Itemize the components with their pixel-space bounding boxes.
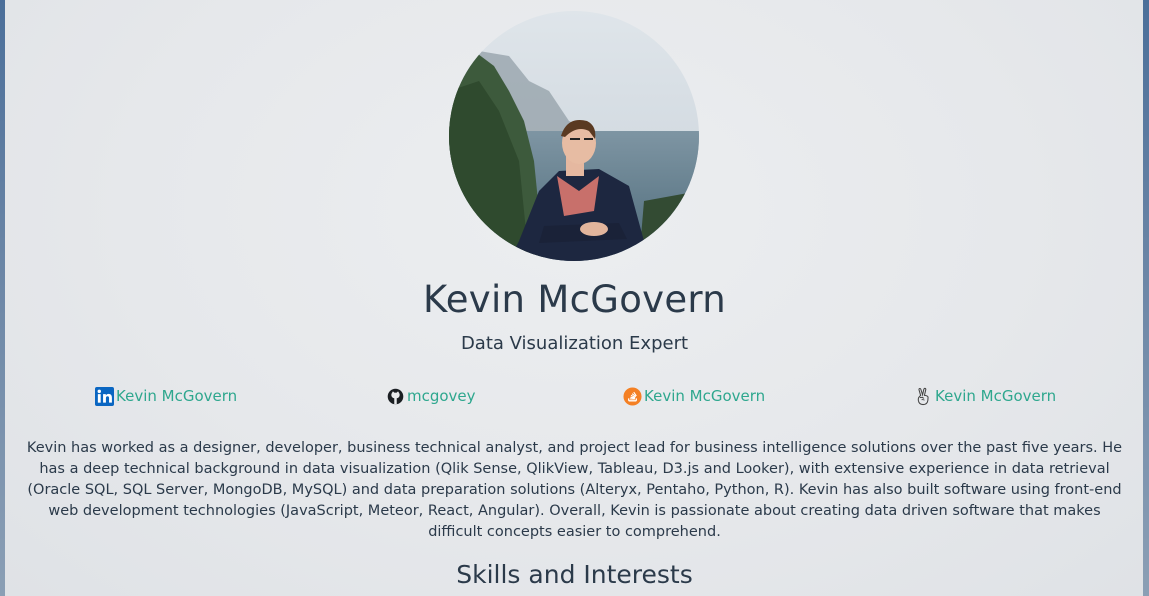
profile-photo [449,11,699,261]
github-link-label: mcgovey [407,387,476,405]
linkedin-link[interactable]: Kevin McGovern [95,386,237,406]
profile-name: Kevin McGovern [422,278,727,321]
profile-photo-image [449,11,699,261]
linkedin-link-label: Kevin McGovern [116,387,238,405]
skills-heading: Skills and Interests [456,560,693,589]
profile-title: Data Visualization Expert [460,333,689,354]
angellist-icon [914,387,933,406]
stackoverflow-link[interactable]: Kevin McGovern [623,386,765,406]
stackoverflow-link-label: Kevin McGovern [644,387,766,405]
angellist-link[interactable]: Kevin McGovern [914,386,1056,406]
linkedin-icon [95,386,114,406]
github-icon [386,387,405,406]
angellist-link-label: Kevin McGovern [935,387,1057,405]
github-link[interactable]: mcgovey [386,386,476,406]
bio-paragraph: Kevin has worked as a designer, develope… [26,440,1123,540]
stackoverflow-icon [623,386,642,406]
